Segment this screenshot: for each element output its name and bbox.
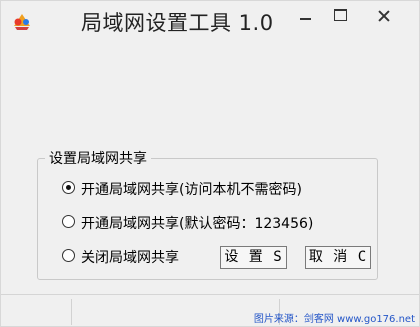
option-label: 开通局域网共享(默认密码：123456) — [81, 216, 314, 232]
watermark-text: 图片来源：剑客网 www.go176.net — [253, 314, 415, 325]
minimize-button[interactable] — [289, 5, 321, 29]
set-button[interactable]: 设 置 S — [220, 246, 287, 269]
option-label: 开通局域网共享(访问本机不需密码) — [81, 182, 302, 198]
radio-disable-share[interactable] — [62, 249, 75, 262]
window-title: 局域网设置工具 1.0 — [81, 11, 274, 35]
group-label: 设置局域网共享 — [45, 148, 151, 168]
option-enable-no-password[interactable]: 开通局域网共享(访问本机不需密码) — [62, 179, 352, 199]
radio-enable-default-password[interactable] — [62, 215, 75, 228]
status-divider — [71, 299, 72, 325]
app-window: 局域网设置工具 1.0 设置局域网共享 开通局域网共享(访问本机不需密码) 开通… — [0, 0, 420, 327]
option-enable-default-password[interactable]: 开通局域网共享(默认密码：123456) — [62, 213, 352, 233]
app-icon — [11, 10, 33, 32]
option-disable-share[interactable]: 关闭局域网共享 — [62, 247, 202, 267]
option-label: 关闭局域网共享 — [81, 250, 179, 266]
status-bar: 图片来源：剑客网 www.go176.net — [1, 294, 419, 327]
close-button[interactable] — [357, 5, 411, 29]
cancel-button[interactable]: 取 消 C — [305, 246, 371, 269]
title-bar[interactable]: 局域网设置工具 1.0 — [1, 1, 419, 39]
maximize-button[interactable] — [324, 5, 356, 29]
radio-enable-no-password[interactable] — [62, 181, 75, 194]
